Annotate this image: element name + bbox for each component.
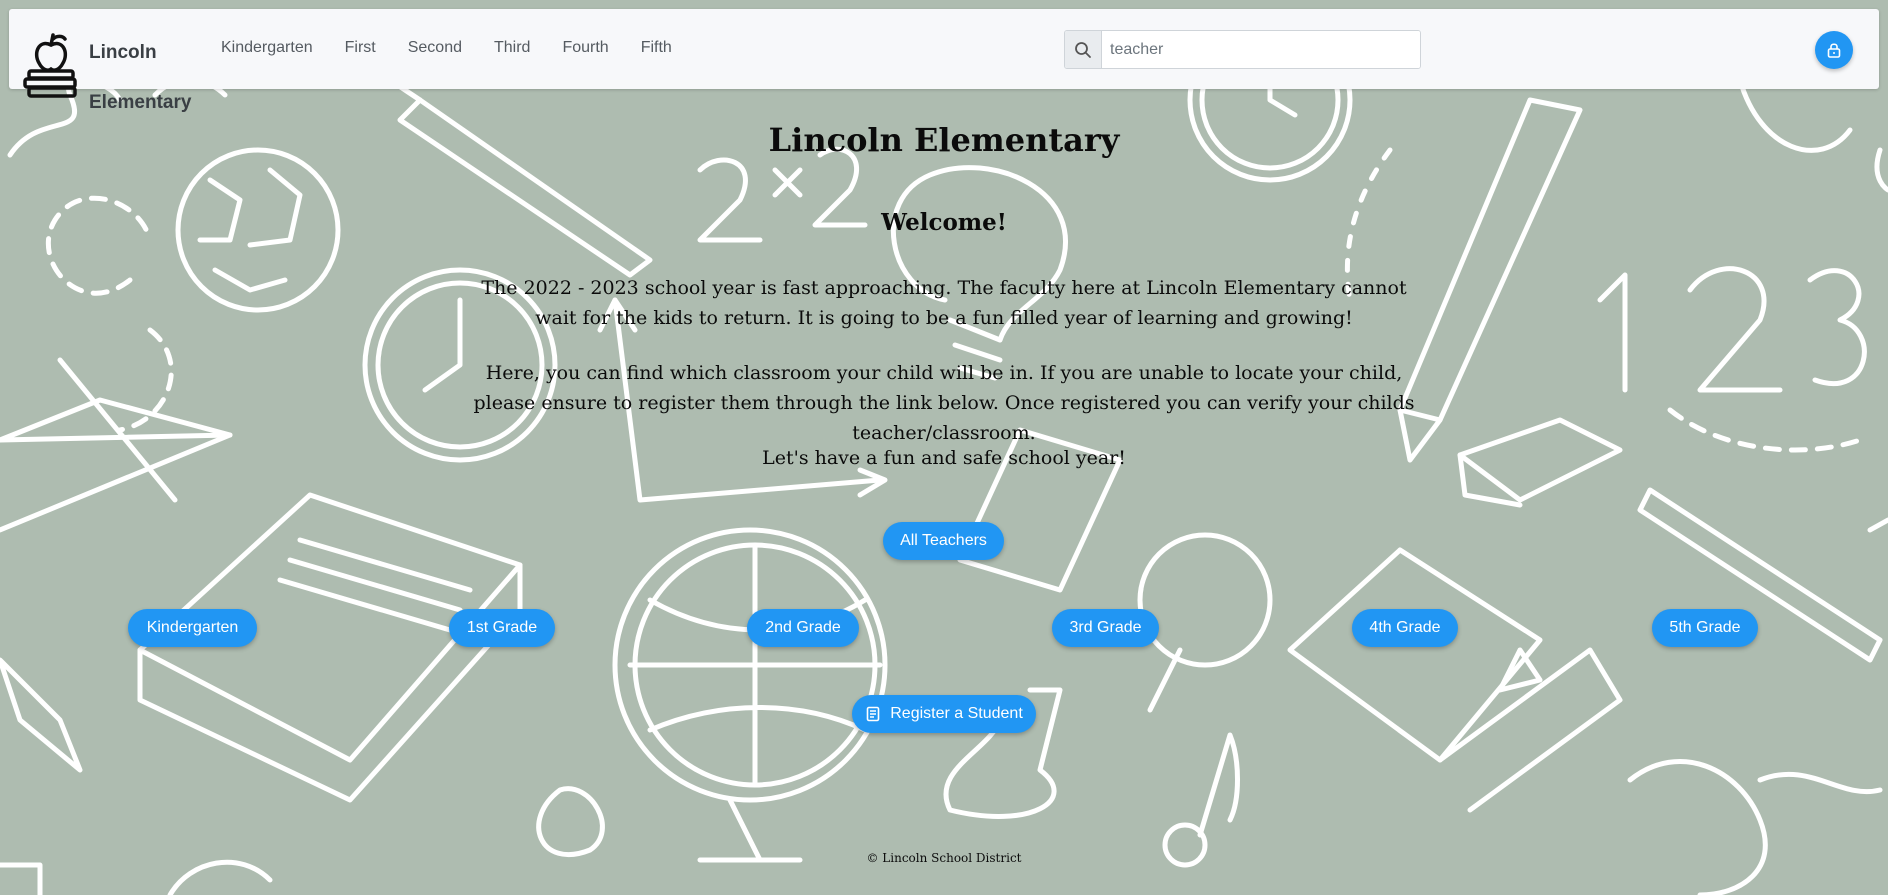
kindergarten-button[interactable]: Kindergarten: [128, 609, 257, 647]
brand[interactable]: Lincoln Elementary: [21, 15, 199, 115]
nav-link-kindergarten[interactable]: Kindergarten: [205, 37, 329, 59]
brand-name-line2: Elementary: [89, 92, 192, 113]
brand-name-line1: Lincoln: [89, 42, 157, 63]
welcome-heading: Welcome!: [881, 209, 1007, 236]
info-paragraph: Here, you can find which classroom your …: [473, 362, 1415, 444]
search-input[interactable]: [1102, 31, 1420, 68]
document-icon: [866, 706, 880, 722]
nav-link-second[interactable]: Second: [392, 37, 478, 59]
page-title: Lincoln Elementary: [768, 121, 1120, 159]
search-box: [1064, 30, 1421, 69]
fifth-grade-button[interactable]: 5th Grade: [1652, 609, 1758, 647]
navbar: Lincoln Elementary Kindergarten First Se…: [9, 9, 1879, 113]
register-student-button[interactable]: Register a Student: [852, 695, 1036, 733]
third-grade-button[interactable]: 3rd Grade: [1052, 609, 1159, 647]
lock-icon: [1827, 43, 1841, 58]
fourth-grade-button[interactable]: 4th Grade: [1352, 609, 1458, 647]
login-button[interactable]: [1815, 31, 1853, 69]
nav-link-fourth[interactable]: Fourth: [546, 37, 624, 59]
closing-paragraph: Let's have a fun and safe school year!: [762, 447, 1126, 469]
nav-links: Kindergarten First Second Third Fourth F…: [205, 37, 688, 59]
nav-link-fifth[interactable]: Fifth: [625, 37, 688, 59]
footer-copyright: © Lincoln School District: [866, 851, 1022, 865]
all-teachers-button[interactable]: All Teachers: [883, 522, 1004, 560]
register-student-label: Register a Student: [890, 705, 1023, 722]
first-grade-button[interactable]: 1st Grade: [449, 609, 555, 647]
nav-link-third[interactable]: Third: [478, 37, 546, 59]
second-grade-button[interactable]: 2nd Grade: [747, 609, 859, 647]
intro-paragraph: The 2022 - 2023 school year is fast appr…: [481, 277, 1407, 329]
search-icon: [1075, 41, 1091, 58]
nav-link-first[interactable]: First: [329, 37, 392, 59]
books-apple-logo: [23, 33, 77, 98]
search-button[interactable]: [1065, 31, 1102, 68]
